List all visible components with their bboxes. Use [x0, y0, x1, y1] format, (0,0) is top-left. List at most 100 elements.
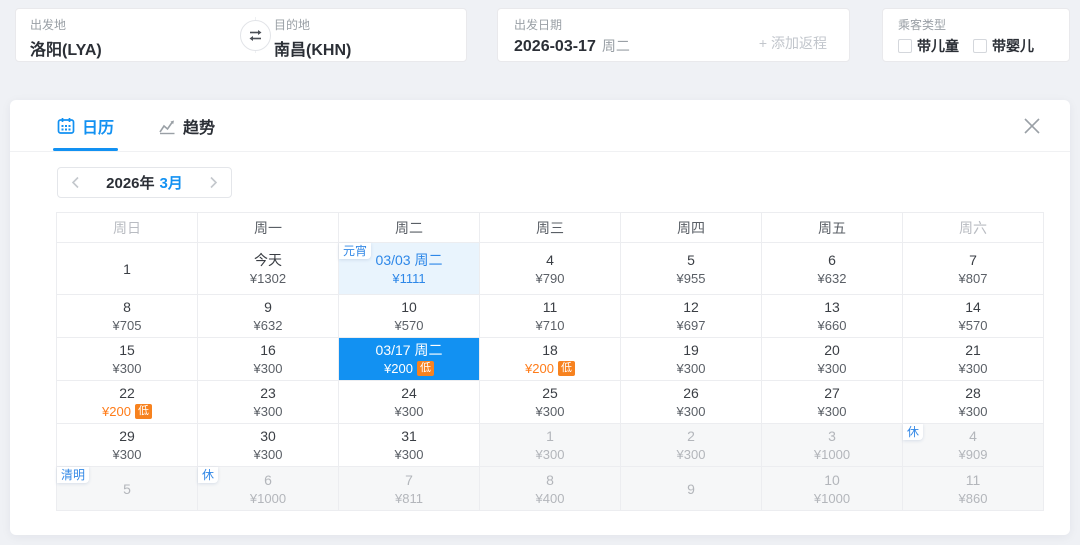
calendar-day-cell[interactable]: 8 ¥400	[480, 467, 621, 511]
tab-trend[interactable]: 趋势	[158, 100, 215, 151]
calendar-day-cell[interactable]: 15 ¥300	[57, 338, 198, 381]
calendar-day-cell[interactable]: 31 ¥300	[339, 424, 480, 467]
calendar-day-cell[interactable]: 7 ¥811	[339, 467, 480, 511]
prev-month-button[interactable]	[71, 176, 80, 189]
calendar-day-cell[interactable]: 11 ¥710	[480, 295, 621, 338]
calendar-day-cell[interactable]: 5 ¥955	[621, 243, 762, 295]
day-date: 24	[401, 385, 417, 401]
calendar-day-cell[interactable]: 9 ¥632	[198, 295, 339, 338]
price-text: ¥909	[958, 447, 988, 462]
price-text: ¥570	[958, 318, 988, 333]
calendar-day-cell[interactable]: 16 ¥300	[198, 338, 339, 381]
price-text: ¥200	[102, 404, 131, 419]
day-date: 7	[405, 471, 413, 488]
calendar-day-cell[interactable]: 8 ¥705	[57, 295, 198, 338]
tab-calendar-label: 日历	[82, 119, 115, 137]
departure-value[interactable]: 洛阳(LYA)	[30, 42, 102, 59]
checkbox-with-children[interactable]: 带儿童	[898, 36, 959, 56]
calendar-day-cell[interactable]: 清明 5	[57, 467, 198, 511]
day-date: 4	[969, 428, 977, 444]
tab-trend-label: 趋势	[183, 119, 216, 137]
checkbox-with-infant[interactable]: 带婴儿	[973, 36, 1034, 56]
price-text: ¥200	[525, 361, 554, 376]
close-button[interactable]	[1020, 114, 1044, 138]
add-return-button[interactable]: + 添加返程	[759, 33, 827, 53]
calendar-day-cell[interactable]: 10 ¥570	[339, 295, 480, 338]
calendar-day-cell[interactable]: 03/17 周二 ¥200 低	[339, 338, 480, 381]
calendar-day-cell[interactable]: 6 ¥632	[762, 243, 903, 295]
calendar-day-cell[interactable]: 元宵 03/03 周二 ¥1111	[339, 243, 480, 295]
day-date: 23	[260, 385, 276, 401]
calendar-day-cell[interactable]: 19 ¥300	[621, 338, 762, 381]
calendar-day-cell[interactable]: 29 ¥300	[57, 424, 198, 467]
day-price: ¥300	[536, 446, 565, 463]
depart-date-field[interactable]: 出发日期 2026-03-17 周二	[514, 16, 630, 56]
price-text: ¥1000	[813, 490, 851, 506]
calendar-day-cell[interactable]: 21 ¥300	[903, 338, 1044, 381]
day-date: 03/17 周二	[375, 342, 443, 358]
depart-date-value[interactable]: 2026-03-17	[514, 38, 596, 55]
departure-field[interactable]: 出发地 洛阳(LYA)	[30, 16, 102, 60]
price-text: ¥300	[253, 361, 283, 376]
calendar-day-cell[interactable]: 7 ¥807	[903, 243, 1044, 295]
price-text: ¥300	[676, 404, 706, 419]
calendar-day-cell[interactable]: 1	[57, 243, 198, 295]
day-price: ¥570	[959, 317, 988, 334]
calendar-day-cell[interactable]: 休 4 ¥909	[903, 424, 1044, 467]
calendar-day-cell[interactable]: 10 ¥1000	[762, 467, 903, 511]
calendar-day-cell[interactable]: 今天 ¥1302	[198, 243, 339, 295]
checkbox-icon[interactable]	[973, 39, 987, 53]
price-text: ¥300	[535, 447, 565, 462]
calendar-day-cell[interactable]: 28 ¥300	[903, 381, 1044, 424]
tab-calendar[interactable]: 日历	[52, 100, 119, 151]
calendar-day-cell[interactable]: 1 ¥300	[480, 424, 621, 467]
calendar-day-cell[interactable]: 9	[621, 467, 762, 511]
calendar-day-cell[interactable]: 3 ¥1000	[762, 424, 903, 467]
next-month-button[interactable]	[209, 176, 218, 189]
day-date: 5	[687, 251, 695, 268]
calendar-day-cell[interactable]: 30 ¥300	[198, 424, 339, 467]
with-children-label: 带儿童	[917, 38, 959, 54]
day-price: ¥300	[113, 446, 142, 463]
calendar-day-cell[interactable]: 24 ¥300	[339, 381, 480, 424]
price-text: ¥705	[112, 318, 142, 333]
day-price: ¥807	[959, 270, 988, 287]
destination-value[interactable]: 南昌(KHN)	[274, 42, 351, 59]
price-text: ¥1000	[813, 447, 851, 462]
calendar-day-cell[interactable]: 22 ¥200 低	[57, 381, 198, 424]
calendar-day-cell[interactable]: 25 ¥300	[480, 381, 621, 424]
calendar-day-cell[interactable]: 14 ¥570	[903, 295, 1044, 338]
price-text: ¥300	[535, 404, 565, 419]
calendar-day-cell[interactable]: 2 ¥300	[621, 424, 762, 467]
day-price: ¥300	[254, 360, 283, 377]
day-price: ¥300	[818, 403, 847, 420]
price-text: ¥300	[676, 361, 706, 376]
day-date: 22	[119, 385, 135, 401]
day-price: ¥811	[395, 490, 423, 507]
calendar-day-cell[interactable]: 23 ¥300	[198, 381, 339, 424]
calendar-day-cell[interactable]: 20 ¥300	[762, 338, 903, 381]
calendar-day-cell[interactable]: 27 ¥300	[762, 381, 903, 424]
day-date: 3	[828, 428, 836, 444]
calendar-day-cell[interactable]: 26 ¥300	[621, 381, 762, 424]
day-price: ¥1000	[814, 490, 850, 507]
day-date: 9	[687, 480, 695, 497]
calendar-day-cell[interactable]: 13 ¥660	[762, 295, 903, 338]
checkbox-icon[interactable]	[898, 39, 912, 53]
depart-date-label: 出发日期	[514, 18, 563, 32]
swap-cities-button[interactable]	[240, 20, 271, 51]
destination-field[interactable]: 目的地 南昌(KHN)	[274, 16, 351, 60]
calendar-day-cell[interactable]: 12 ¥697	[621, 295, 762, 338]
chevron-left-icon	[71, 176, 79, 189]
day-date: 8	[546, 471, 554, 488]
calendar-day-cell[interactable]: 18 ¥200 低	[480, 338, 621, 381]
weekday-header: 周日	[57, 213, 198, 243]
price-text: ¥807	[958, 270, 988, 286]
calendar-day-cell[interactable]: 11 ¥860	[903, 467, 1044, 511]
calendar-day-cell[interactable]: 4 ¥790	[480, 243, 621, 295]
day-date: 19	[683, 342, 699, 358]
month-navigator: 2026年 3月	[57, 167, 232, 198]
day-date: 10	[824, 471, 840, 488]
calendar-day-cell[interactable]: 休 6 ¥1000	[198, 467, 339, 511]
low-price-badge: 低	[134, 404, 152, 419]
